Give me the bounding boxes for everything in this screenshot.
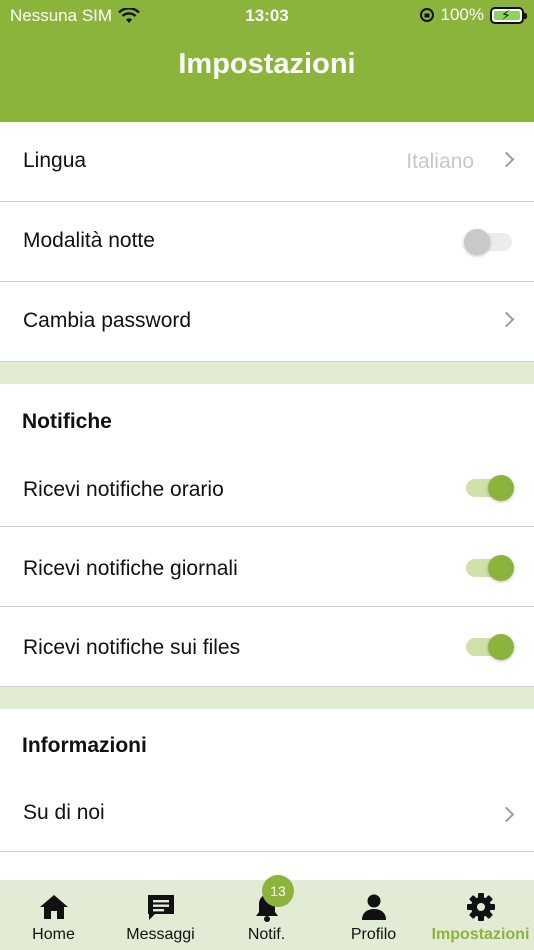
change-password-label: Cambia password: [23, 309, 192, 332]
rotation-lock-icon: [419, 8, 434, 22]
tab-label: Notif.: [247, 926, 286, 943]
gear-icon: [466, 893, 495, 921]
section-separator: [0, 362, 534, 384]
section-separator: [0, 687, 534, 709]
info-heading: Informazioni: [22, 734, 147, 757]
tab-label: Home: [32, 926, 75, 943]
person-icon: [361, 894, 386, 920]
chevron-right-icon: [498, 806, 515, 823]
about-us-row[interactable]: Su di noi: [0, 772, 534, 852]
message-icon: [147, 895, 174, 920]
notification-label: Ricevi notifiche giornali: [23, 557, 238, 580]
notification-row-journals: Ricevi notifiche giornali: [0, 527, 534, 607]
info-section-header: Informazioni: [0, 709, 534, 773]
language-label: Lingua: [23, 149, 87, 172]
tab-label: Impostazioni: [431, 926, 530, 943]
night-mode-label: Modalità notte: [23, 229, 155, 252]
notification-label: Ricevi notifiche sui files: [23, 636, 241, 659]
night-mode-toggle[interactable]: [464, 229, 514, 255]
tab-label: Messaggi: [126, 926, 195, 943]
chevron-right-icon: [498, 311, 515, 328]
tab-profile[interactable]: Profilo: [320, 880, 427, 950]
notification-count-badge: 13: [262, 875, 294, 907]
battery-icon: ⚡: [490, 6, 527, 24]
tab-label: Profilo: [350, 926, 397, 943]
files-notifications-toggle[interactable]: [464, 634, 514, 660]
language-value: Italiano: [406, 150, 474, 173]
notification-row-schedule: Ricevi notifiche orario: [0, 447, 534, 527]
chevron-right-icon: [498, 151, 515, 168]
night-mode-row: Modalità notte: [0, 202, 534, 282]
notification-label: Ricevi notifiche orario: [23, 478, 224, 501]
tab-messages[interactable]: Messaggi: [107, 880, 214, 950]
journal-notifications-toggle[interactable]: [464, 555, 514, 581]
notifications-section-header: Notifiche: [0, 384, 534, 448]
status-bar: Nessuna SIM 13:03 100% ⚡: [0, 0, 534, 32]
notifications-heading: Notifiche: [22, 410, 112, 433]
home-icon: [39, 895, 68, 919]
tab-settings[interactable]: Impostazioni: [427, 880, 534, 950]
battery-percent: 100%: [440, 5, 484, 24]
about-us-label: Su di noi: [23, 801, 105, 824]
header-bar: Nessuna SIM 13:03 100% ⚡ Impostazioni: [0, 0, 534, 122]
notification-row-files: Ricevi notifiche sui files: [0, 607, 534, 687]
schedule-notifications-toggle[interactable]: [464, 475, 514, 501]
page-title: Impostazioni: [178, 48, 356, 80]
tab-home[interactable]: Home: [0, 880, 107, 950]
language-row[interactable]: Lingua Italiano: [0, 122, 534, 202]
change-password-row[interactable]: Cambia password: [0, 282, 534, 362]
